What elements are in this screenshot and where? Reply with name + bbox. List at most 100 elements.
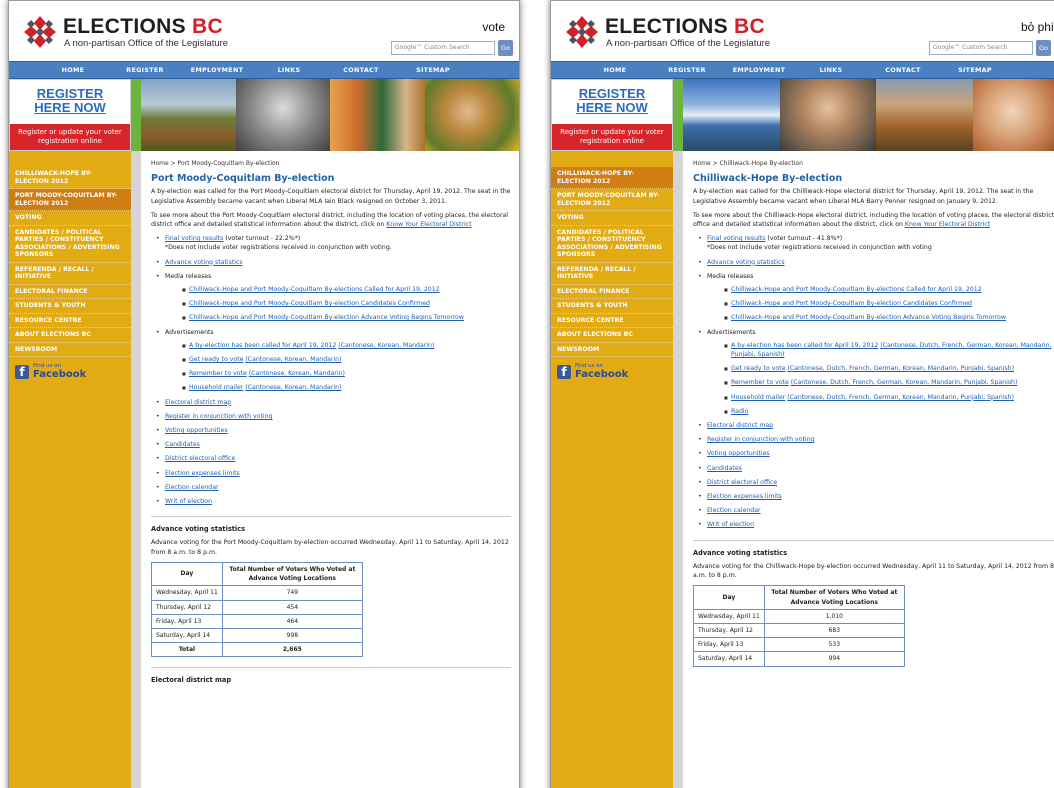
table-row: Friday, April 13 464 (151, 613, 363, 629)
resource-link[interactable]: Electoral district map (707, 422, 773, 429)
list-item: Candidates (151, 440, 511, 449)
sidebar-item-resource[interactable]: RESOURCE CENTRE (551, 314, 673, 328)
search-input[interactable]: Google™ Custom Search (929, 41, 1033, 55)
sidebar-item-candidates[interactable]: CANDIDATES / POLITICAL PARTIES / CONSTIT… (9, 226, 131, 263)
resource-link[interactable]: Register in conjunction with voting (707, 436, 814, 443)
ad-link[interactable]: Household mailer (189, 384, 243, 391)
resource-link[interactable]: Election expenses limits (165, 470, 240, 477)
ad-langs[interactable]: (Cantonese, Korean, Mandarin) (338, 342, 434, 349)
resource-link[interactable]: Register in conjunction with voting (165, 413, 272, 420)
advance-stats-link[interactable]: Advance voting statistics (707, 259, 785, 266)
logo-icon[interactable] (565, 15, 599, 49)
ad-link[interactable]: Remember to vote (731, 379, 789, 386)
register-subtitle[interactable]: Register or update your voter registrati… (10, 124, 130, 150)
nav-register[interactable]: REGISTER (109, 62, 181, 78)
sidebar-item-finance[interactable]: ELECTORAL FINANCE (9, 285, 131, 299)
site-logo-text[interactable]: ELECTIONS BC (605, 15, 765, 39)
sidebar-item-port-moody[interactable]: PORT MOODY-COQUITLAM BY-ELECTION 2012 (9, 189, 131, 211)
nav-home[interactable]: HOME (579, 62, 651, 78)
media-label: Media releases (707, 272, 754, 280)
list-item: Voting opportunities (693, 449, 1054, 458)
nav-employment[interactable]: EMPLOYMENT (181, 62, 253, 78)
nav-contact[interactable]: CONTACT (867, 62, 939, 78)
sidebar-item-newsroom[interactable]: NEWSROOM (9, 343, 131, 357)
search-go-button[interactable]: Go (1036, 40, 1051, 56)
breadcrumb[interactable]: Home > Chilliwack-Hope By-election (693, 159, 1054, 168)
resource-link[interactable]: Writ of election (707, 521, 754, 528)
sidebar-item-port-moody[interactable]: PORT MOODY-COQUITLAM BY-ELECTION 2012 (551, 189, 673, 211)
resource-link[interactable]: District electoral office (707, 479, 777, 486)
sidebar-item-students[interactable]: STUDENTS & YOUTH (551, 299, 673, 314)
nav-contact[interactable]: CONTACT (325, 62, 397, 78)
search-input[interactable]: Google™ Custom Search (391, 41, 495, 55)
resource-link[interactable]: Voting opportunities (707, 450, 770, 457)
resource-link[interactable]: District electoral office (165, 455, 235, 462)
ad-link[interactable]: A by-election has been called for April … (731, 342, 878, 349)
advance-stats-link[interactable]: Advance voting statistics (165, 259, 243, 266)
resource-link[interactable]: Election expenses limits (707, 493, 782, 500)
sidebar-item-voting[interactable]: VOTING (9, 211, 131, 226)
search-go-button[interactable]: Go (498, 40, 513, 56)
sidebar-item-about[interactable]: ABOUT ELECTIONS BC (9, 328, 131, 343)
nav-links[interactable]: LINKS (253, 62, 325, 78)
nav-home[interactable]: HOME (37, 62, 109, 78)
media-link[interactable]: Chilliwack-Hope and Port Moody-Coquitlam… (189, 286, 440, 293)
site-logo-text[interactable]: ELECTIONS BC (63, 15, 223, 39)
ad-langs[interactable]: (Cantonese, Korean, Mandarin) (249, 370, 345, 377)
ad-langs[interactable]: (Cantonese, Korean, Mandarin) (245, 384, 341, 391)
nav-register[interactable]: REGISTER (651, 62, 723, 78)
nav-employment[interactable]: EMPLOYMENT (723, 62, 795, 78)
ad-link[interactable]: Radio (731, 408, 748, 415)
sidebar-item-candidates[interactable]: CANDIDATES / POLITICAL PARTIES / CONSTIT… (551, 226, 673, 263)
ad-link[interactable]: Household mailer (731, 394, 785, 401)
sidebar-item-referenda[interactable]: REFERENDA / RECALL / INITIATIVE (9, 263, 131, 285)
resource-link[interactable]: Election calendar (165, 484, 219, 491)
know-district-link[interactable]: Know Your Electoral District (905, 221, 990, 228)
media-link[interactable]: Chilliwack-Hope and Port Moody-Coquitlam… (731, 286, 982, 293)
sidebar-item-newsroom[interactable]: NEWSROOM (551, 343, 673, 357)
media-link[interactable]: Chilliwack-Hope and Port Moody-Coquitlam… (189, 300, 430, 307)
sidebar-item-referenda[interactable]: REFERENDA / RECALL / INITIATIVE (551, 263, 673, 285)
facebook-link[interactable]: f Find us on Facebook (15, 363, 125, 380)
register-promo[interactable]: REGISTER HERE NOW Register or update your… (551, 79, 673, 151)
resource-link[interactable]: Electoral district map (165, 399, 231, 406)
ad-langs[interactable]: (Cantonese, Dutch, French, German, Korea… (787, 394, 1014, 401)
sidebar-item-resource[interactable]: RESOURCE CENTRE (9, 314, 131, 328)
sidebar-item-voting[interactable]: VOTING (551, 211, 673, 226)
list-item: Election calendar (693, 506, 1054, 515)
tagline: A non-partisan Office of the Legislature (606, 38, 771, 49)
ad-link[interactable]: A by-election has been called for April … (189, 342, 336, 349)
nav-sitemap[interactable]: SITEMAP (397, 62, 469, 78)
ad-link[interactable]: Get ready to vote (731, 365, 785, 372)
logo-icon[interactable] (23, 15, 57, 49)
resource-link[interactable]: Candidates (165, 441, 200, 448)
media-link[interactable]: Chilliwack-Hope and Port Moody-Coquitlam… (189, 314, 464, 321)
media-link[interactable]: Chilliwack-Hope and Port Moody-Coquitlam… (731, 300, 972, 307)
media-link[interactable]: Chilliwack-Hope and Port Moody-Coquitlam… (731, 314, 1006, 321)
resource-link[interactable]: Writ of election (165, 498, 212, 505)
ad-link[interactable]: Remember to vote (189, 370, 247, 377)
ad-langs[interactable]: (Cantonese, Korean, Mandarin) (245, 356, 341, 363)
ad-langs[interactable]: (Cantonese, Dutch, French, German, Korea… (791, 379, 1018, 386)
nav-links[interactable]: LINKS (795, 62, 867, 78)
sidebar-item-about[interactable]: ABOUT ELECTIONS BC (551, 328, 673, 343)
breadcrumb[interactable]: Home > Port Moody-Coquitlam By-election (151, 159, 511, 168)
nav-sitemap[interactable]: SITEMAP (939, 62, 1011, 78)
ad-langs[interactable]: (Cantonese, Dutch, French, German, Korea… (787, 365, 1014, 372)
resource-link[interactable]: Election calendar (707, 507, 761, 514)
final-results-link[interactable]: Final voting results (707, 235, 765, 242)
resource-link[interactable]: Voting opportunities (165, 427, 228, 434)
resource-link[interactable]: Candidates (707, 465, 742, 472)
register-promo[interactable]: REGISTER HERE NOW Register or update your… (9, 79, 131, 151)
register-title[interactable]: REGISTER HERE NOW (10, 87, 130, 115)
ad-link[interactable]: Get ready to vote (189, 356, 243, 363)
register-subtitle[interactable]: Register or update your voter registrati… (552, 124, 672, 150)
facebook-link[interactable]: f Find us on Facebook (557, 363, 667, 380)
sidebar-item-chilliwack[interactable]: CHILLIWACK-HOPE BY-ELECTION 2012 (551, 167, 673, 189)
sidebar-item-finance[interactable]: ELECTORAL FINANCE (551, 285, 673, 299)
know-district-link[interactable]: Know Your Electoral District (386, 221, 471, 228)
register-title[interactable]: REGISTER HERE NOW (552, 87, 672, 115)
sidebar-item-students[interactable]: STUDENTS & YOUTH (9, 299, 131, 314)
final-results-link[interactable]: Final voting results (165, 235, 223, 242)
sidebar-item-chilliwack[interactable]: CHILLIWACK-HOPE BY-ELECTION 2012 (9, 167, 131, 189)
